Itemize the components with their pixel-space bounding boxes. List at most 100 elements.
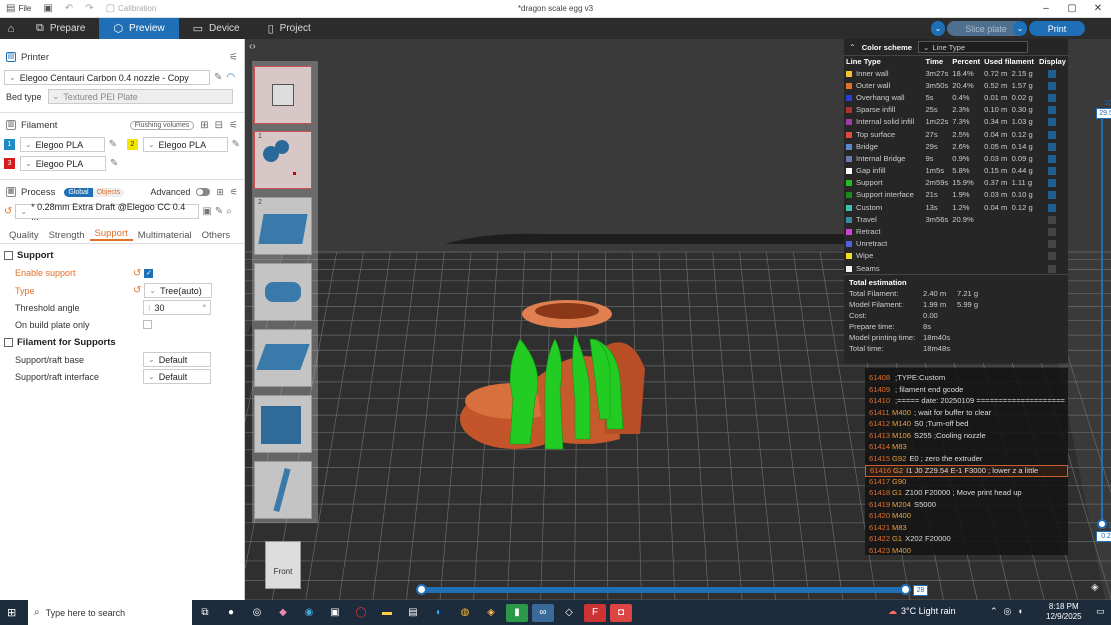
subtab-strength[interactable]: Strength: [44, 230, 90, 241]
plate-thumbnail-1[interactable]: 1: [254, 131, 312, 189]
flushing-volumes-button[interactable]: Flushing volumes: [129, 120, 195, 130]
display-toggle[interactable]: [1048, 154, 1057, 163]
tab-device[interactable]: ▭ Device: [179, 18, 254, 39]
line-type-row[interactable]: Custom 13s 1.2% 0.04 m 0.12 g: [844, 201, 1068, 213]
printer-profile-select[interactable]: ⌄ Elegoo Centauri Carbon 0.4 nozzle - Cop…: [4, 70, 210, 85]
layers-icon[interactable]: ◈: [1091, 582, 1099, 593]
clock[interactable]: 8:18 PM 12/9/2025: [1046, 602, 1082, 622]
line-type-row[interactable]: Outer wall 3m50s 20.4% 0.52 m 1.57 g: [844, 79, 1068, 91]
display-toggle[interactable]: [1048, 264, 1057, 273]
plate-thumbnail-3[interactable]: [254, 263, 312, 321]
collapse-sidebar-icon[interactable]: ‹›: [249, 41, 256, 52]
reset-icon[interactable]: ↺: [133, 285, 141, 296]
tray-chevron-icon[interactable]: ⌃: [990, 606, 998, 617]
plate-thumbnail-2[interactable]: 2: [254, 197, 312, 255]
line-type-row[interactable]: Support interface 21s 1.9% 0.03 m 0.10 g: [844, 189, 1068, 201]
app-icon-10[interactable]: ◘: [610, 603, 632, 622]
collapse-icon[interactable]: ⌃: [849, 43, 856, 52]
reset-icon[interactable]: ↺: [133, 268, 141, 279]
plate-thumbnail-4[interactable]: [254, 329, 312, 387]
edit-icon[interactable]: ✎: [215, 206, 223, 217]
slice-options-dropdown[interactable]: ⌄: [931, 21, 945, 36]
view-cube[interactable]: Front: [265, 541, 301, 589]
subtab-quality[interactable]: Quality: [4, 230, 44, 241]
color-scheme-select[interactable]: ⌄ Line Type: [917, 41, 1028, 53]
display-toggle[interactable]: [1048, 215, 1057, 224]
line-type-row[interactable]: Inner wall 3m27s 18.4% 0.72 m 2.15 g: [844, 67, 1068, 79]
threshold-angle-input[interactable]: ⁝ 30 °: [143, 300, 211, 315]
app-icon-3[interactable]: ◆: [272, 604, 294, 622]
opera-icon[interactable]: ◯: [350, 604, 372, 622]
epic-games-icon[interactable]: ▤: [402, 604, 424, 622]
filament-select-3[interactable]: ⌄ Elegoo PLA: [20, 156, 106, 171]
app-icon-4[interactable]: ▣: [324, 604, 346, 622]
line-type-row[interactable]: Top surface 27s 2.5% 0.04 m 0.12 g: [844, 128, 1068, 140]
line-type-row[interactable]: Travel 3m56s 20.9%: [844, 213, 1068, 225]
build-plate-only-checkbox[interactable]: [143, 320, 152, 329]
edit-icon[interactable]: ✎: [110, 158, 118, 169]
print-options-dropdown[interactable]: ⌄: [1013, 21, 1027, 36]
line-type-row[interactable]: Retract: [844, 225, 1068, 237]
line-type-row[interactable]: Internal solid infill 1m22s 7.3% 0.34 m 1.0…: [844, 116, 1068, 128]
line-type-row[interactable]: Bridge 29s 2.6% 0.05 m 0.14 g: [844, 140, 1068, 152]
print-button[interactable]: Print: [1029, 21, 1085, 36]
compare-icon[interactable]: ⊞: [216, 187, 224, 198]
line-type-row[interactable]: Unretract: [844, 238, 1068, 250]
support-interface-select[interactable]: ⌄ Default: [143, 369, 211, 384]
edit-icon[interactable]: ✎: [214, 72, 222, 83]
move-slider-end-handle[interactable]: [900, 584, 911, 595]
filament-slot-3[interactable]: 3: [4, 158, 15, 169]
redo-button[interactable]: ↷: [79, 0, 99, 18]
save-preset-icon[interactable]: ▣: [202, 206, 211, 217]
printer-settings-icon[interactable]: ⚟: [229, 52, 238, 63]
display-toggle[interactable]: [1048, 130, 1057, 139]
plate-thumbnail-6[interactable]: [254, 461, 312, 519]
app-icon-7[interactable]: ▮: [506, 603, 528, 622]
line-type-row[interactable]: Seams: [844, 262, 1068, 274]
app-icon-2[interactable]: ◎: [246, 604, 268, 622]
edit-icon[interactable]: ✎: [109, 139, 117, 150]
filament-select-1[interactable]: ⌄ Elegoo PLA: [19, 137, 105, 152]
tab-preview[interactable]: ⬡ Preview: [99, 18, 179, 39]
close-icon[interactable]: ✕: [1085, 0, 1111, 18]
display-toggle[interactable]: [1048, 252, 1057, 261]
wifi-icon[interactable]: ◠: [226, 72, 235, 83]
process-settings-icon[interactable]: ⚟: [230, 187, 238, 198]
weather-widget[interactable]: ☁ 3°C Light rain: [888, 606, 956, 617]
global-objects-toggle[interactable]: Global Objects: [64, 187, 125, 197]
notifications-icon[interactable]: ▭: [1096, 606, 1105, 617]
display-toggle[interactable]: [1048, 203, 1057, 212]
display-toggle[interactable]: [1048, 81, 1057, 90]
line-type-row[interactable]: Gap infill 1m5s 5.8% 0.15 m 0.44 g: [844, 165, 1068, 177]
taskbar-search[interactable]: ⌕ Type here to search: [28, 600, 192, 625]
display-toggle[interactable]: [1048, 240, 1057, 249]
enable-support-checkbox[interactable]: ✓: [144, 268, 154, 278]
subtab-multimaterial[interactable]: Multimaterial: [133, 230, 197, 241]
display-toggle[interactable]: [1048, 93, 1057, 102]
home-button[interactable]: ⌂: [0, 18, 22, 39]
edge-icon[interactable]: ◉: [298, 604, 320, 622]
network-icon[interactable]: ◎: [1004, 606, 1012, 617]
filament-slot-2[interactable]: 2: [127, 139, 138, 150]
tab-prepare[interactable]: ⧉ Prepare: [22, 18, 99, 39]
app-icon-1[interactable]: ●: [220, 604, 242, 622]
app-icon-5[interactable]: ◐: [428, 604, 450, 622]
remove-filament-icon[interactable]: ⊟: [215, 120, 223, 131]
plate-thumbnail-all[interactable]: [254, 66, 312, 124]
bed-type-select[interactable]: ⌄ Textured PEI Plate: [47, 89, 233, 104]
line-type-row[interactable]: Sparse infill 25s 2.3% 0.10 m 0.30 g: [844, 104, 1068, 116]
display-toggle[interactable]: [1048, 106, 1057, 115]
process-profile-select[interactable]: ⌄ * 0.28mm Extra Draft @Elegoo CC 0.4 ...: [15, 202, 200, 222]
plate-thumbnail-5[interactable]: [254, 395, 312, 453]
line-type-row[interactable]: Wipe: [844, 250, 1068, 262]
volume-icon[interactable]: ◖: [1017, 606, 1022, 617]
add-filament-icon[interactable]: ⊞: [200, 120, 208, 131]
layer-slider[interactable]: [1096, 101, 1108, 547]
orca-slicer-icon[interactable]: ∞: [532, 603, 554, 622]
file-explorer-icon[interactable]: ▬: [376, 604, 398, 622]
file-menu[interactable]: ▤ File: [0, 0, 37, 18]
task-view-icon[interactable]: ⧉: [194, 604, 216, 622]
display-toggle[interactable]: [1048, 228, 1057, 237]
preview-viewport[interactable]: ‹› 1 2 Front ⌃ Color scheme ⌄ Line Type …: [245, 39, 1111, 600]
app-icon-6[interactable]: ◈: [480, 604, 502, 622]
